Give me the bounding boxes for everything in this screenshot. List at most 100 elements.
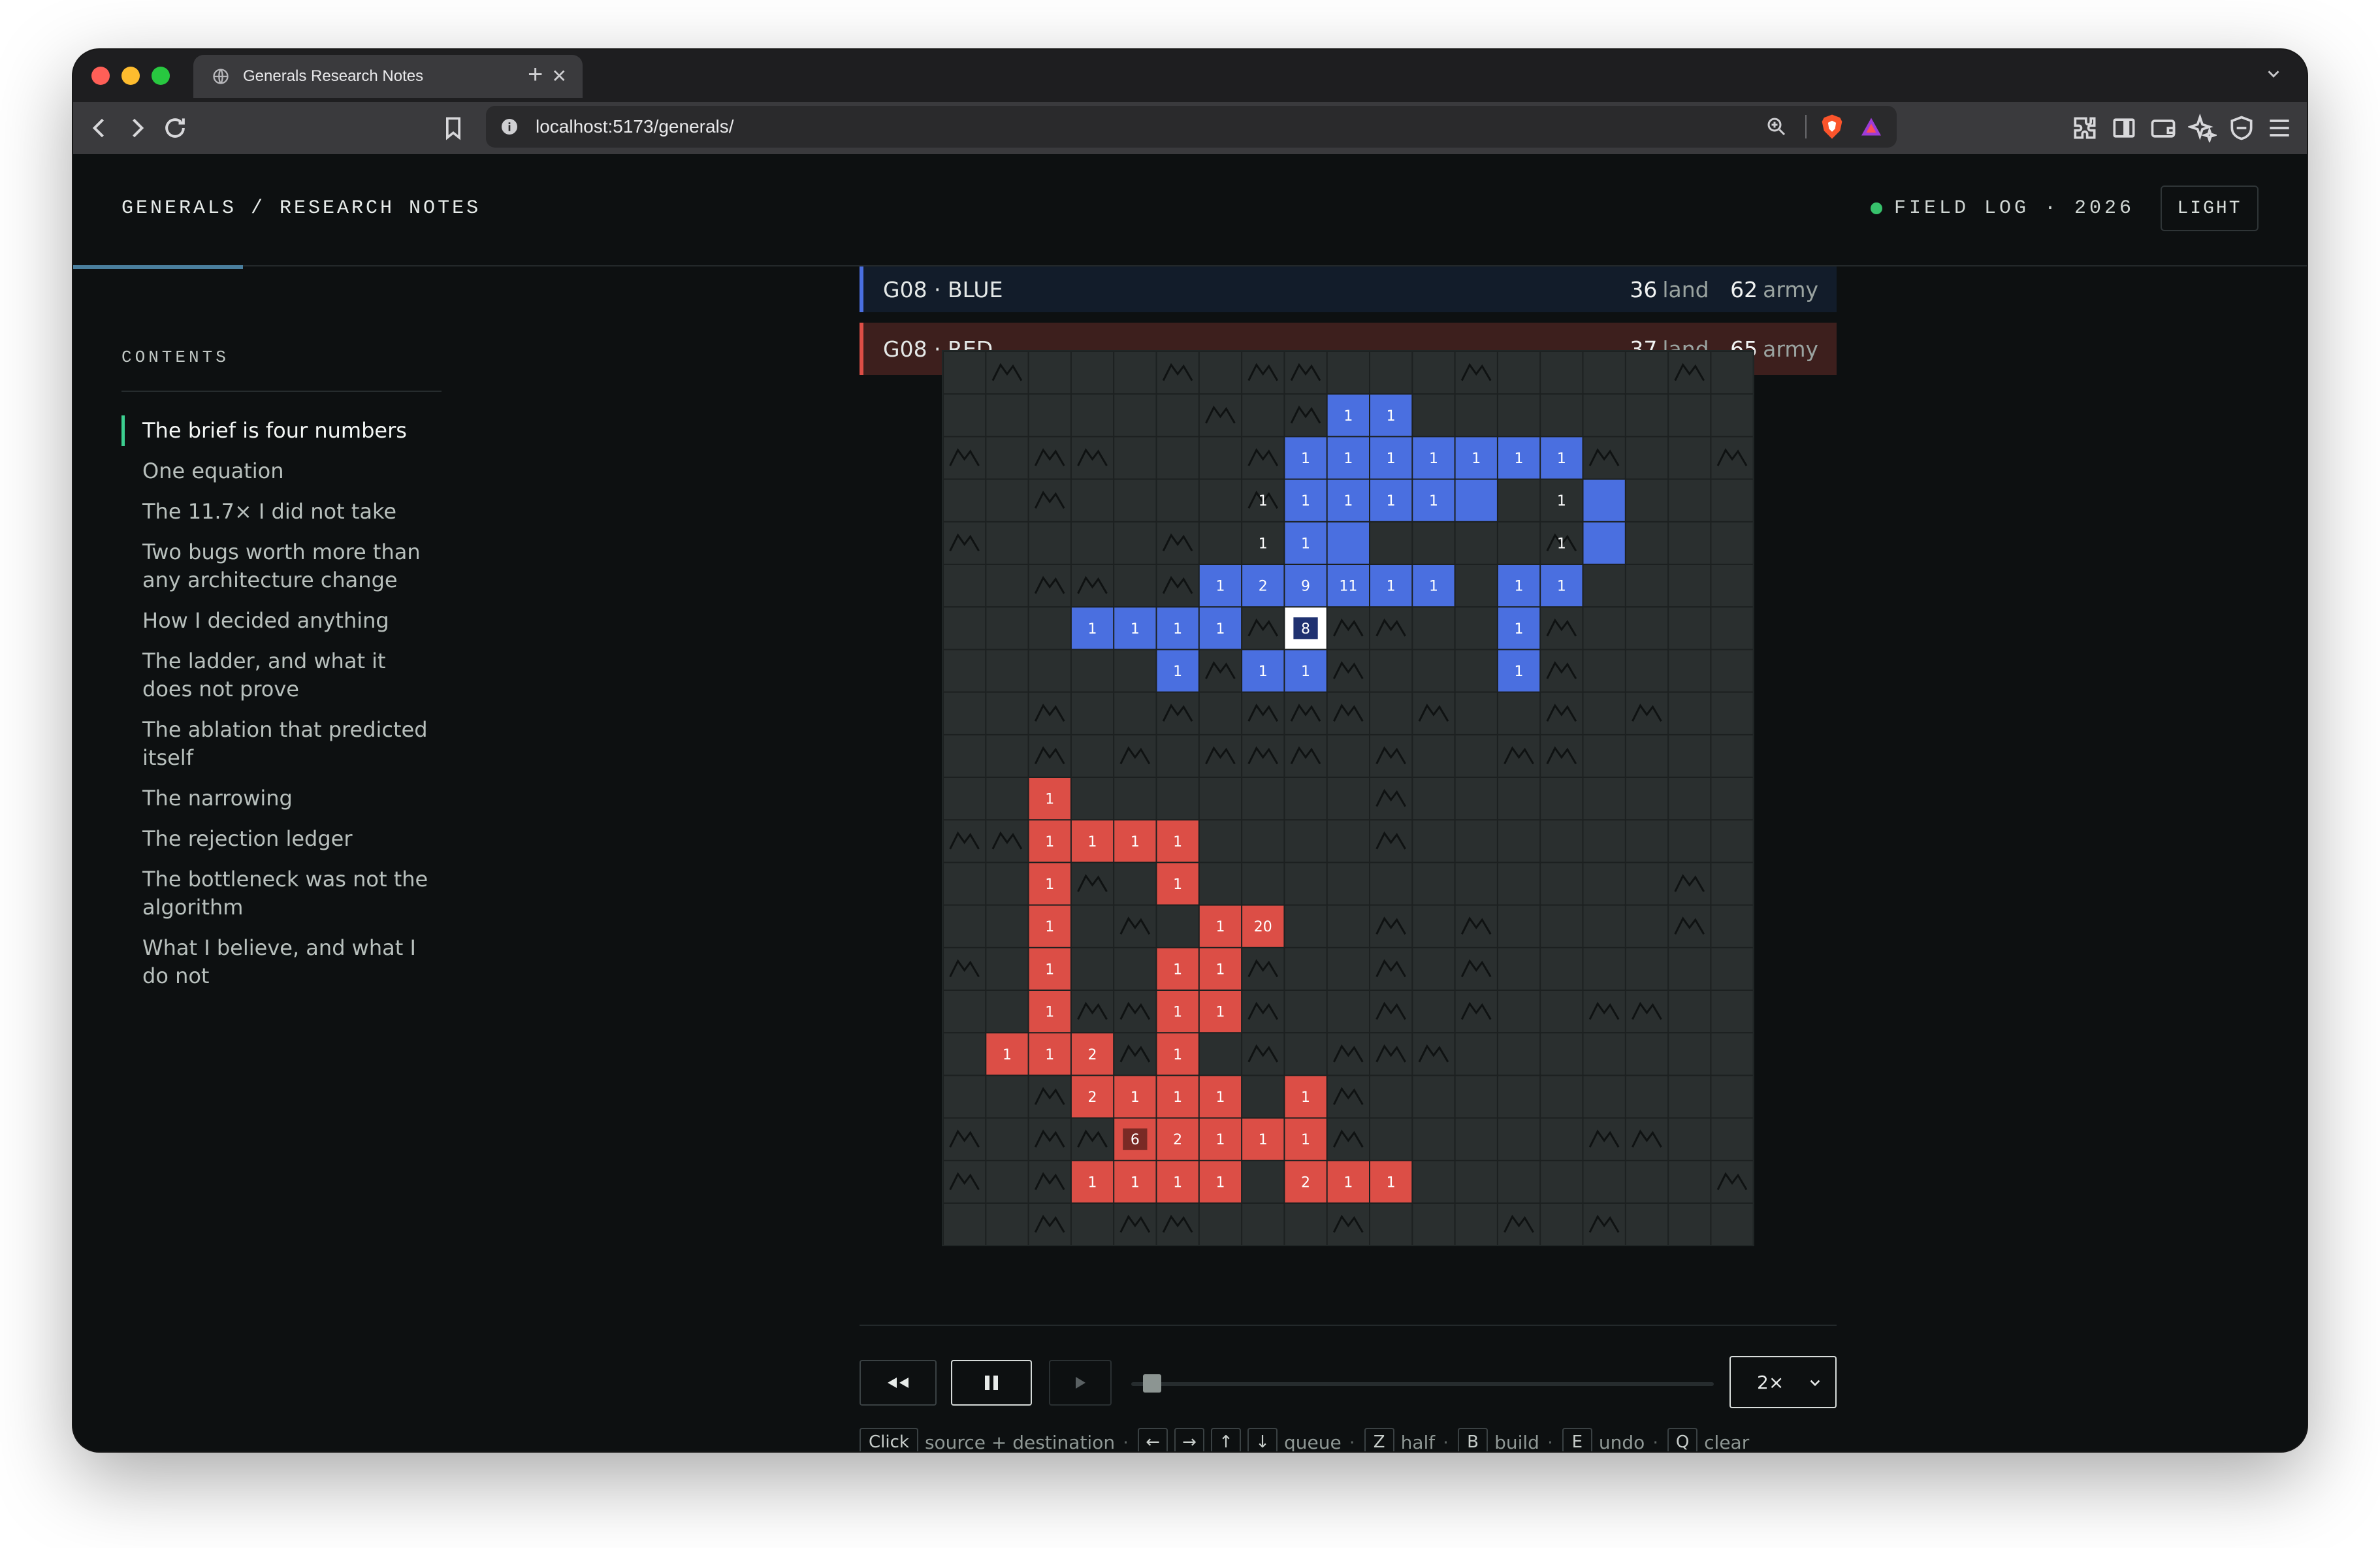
board-cell[interactable] [1583, 905, 1625, 947]
board-cell[interactable] [1626, 352, 1668, 394]
replay-scrubber-thumb[interactable] [1142, 1374, 1161, 1393]
board-cell[interactable] [1498, 1161, 1540, 1202]
board-cell[interactable] [944, 863, 986, 905]
board-cell[interactable] [1455, 735, 1497, 777]
toc-item[interactable]: The bottleneck was not the algorithm [115, 865, 442, 922]
sidebar-icon[interactable] [2110, 114, 2138, 142]
board-cell[interactable] [1413, 778, 1455, 820]
toc-item[interactable]: The ablation that predicted itself [115, 716, 442, 772]
board-cell[interactable] [1541, 905, 1583, 947]
board-cell[interactable] [1327, 863, 1369, 905]
board-cell[interactable] [1669, 395, 1711, 436]
zoom-window-button[interactable] [152, 67, 170, 85]
board-cell[interactable] [1199, 1033, 1242, 1075]
board-cell[interactable] [1583, 1033, 1625, 1075]
board-cell[interactable] [986, 395, 1028, 436]
board-cell[interactable] [1583, 863, 1625, 905]
board-cell[interactable] [1626, 479, 1668, 521]
board-cell[interactable] [1370, 692, 1412, 734]
board-cell[interactable] [1583, 650, 1625, 692]
board-cell[interactable] [1455, 650, 1497, 692]
board-cell[interactable] [1455, 1118, 1497, 1160]
board-cell[interactable] [1242, 820, 1284, 862]
board-cell[interactable] [1071, 948, 1114, 990]
board-cell[interactable] [1285, 991, 1327, 1033]
minimize-window-button[interactable] [121, 67, 140, 85]
board-cell[interactable] [1242, 1161, 1284, 1202]
board-cell[interactable] [1626, 565, 1668, 607]
board-cell[interactable] [1327, 352, 1369, 394]
menu-icon[interactable] [2265, 114, 2294, 142]
board-cell[interactable] [1669, 991, 1711, 1033]
board-cell[interactable] [1711, 778, 1753, 820]
board-cell[interactable] [986, 735, 1028, 777]
blue-cell[interactable] [1583, 479, 1625, 521]
board-cell[interactable] [1583, 820, 1625, 862]
board-cell[interactable] [1541, 1076, 1583, 1118]
board-cell[interactable] [1413, 1118, 1455, 1160]
toc-item[interactable]: The 11.7× I did not take [115, 498, 442, 526]
board-cell[interactable] [1370, 522, 1412, 564]
board-cell[interactable] [1071, 650, 1114, 692]
board-cell[interactable] [1199, 522, 1242, 564]
board-cell[interactable] [986, 692, 1028, 734]
board-cell[interactable] [1711, 352, 1753, 394]
browser-tab[interactable]: Generals Research Notes ✕ [193, 55, 583, 98]
board-cell[interactable] [1029, 522, 1070, 564]
board-cell[interactable] [1626, 1033, 1668, 1075]
speed-select[interactable]: 2× [1729, 1356, 1837, 1408]
board-cell[interactable] [1669, 522, 1711, 564]
board-cell[interactable] [986, 607, 1028, 649]
board-cell[interactable] [1114, 778, 1156, 820]
board-cell[interactable] [1669, 1033, 1711, 1075]
site-brand[interactable]: GENERALS / RESEARCH NOTES [121, 197, 481, 219]
board-cell[interactable] [1626, 778, 1668, 820]
board-cell[interactable] [1626, 948, 1668, 990]
board-cell[interactable] [1669, 692, 1711, 734]
toc-item[interactable]: How I decided anything [115, 607, 442, 635]
board-cell[interactable] [1114, 395, 1156, 436]
board-cell[interactable] [1711, 650, 1753, 692]
board-cell[interactable] [1157, 437, 1198, 479]
board-cell[interactable] [1455, 522, 1497, 564]
brave-shields-icon[interactable] [1820, 114, 1844, 140]
toc-item[interactable]: Two bugs worth more than any architectur… [115, 538, 442, 594]
board-cell[interactable] [1711, 1033, 1753, 1075]
board-cell[interactable] [1498, 352, 1540, 394]
board-cell[interactable] [1583, 778, 1625, 820]
board-cell[interactable] [1669, 479, 1711, 521]
board-cell[interactable] [1242, 1204, 1284, 1245]
board-grid[interactable]: 1 11 1 1 1 1 1 11 1 1 1 1 11 1 11 2 9 11 1 1 1 11 1 1 1 8 11 1 1 111 1… [943, 351, 1753, 1245]
board-cell[interactable] [1626, 650, 1668, 692]
board-cell[interactable] [944, 650, 986, 692]
board-cell[interactable] [1583, 1076, 1625, 1118]
board-cell[interactable] [1711, 1204, 1753, 1245]
board-cell[interactable] [1199, 863, 1242, 905]
board-cell[interactable] [986, 565, 1028, 607]
board-cell[interactable] [1413, 352, 1455, 394]
board-cell[interactable] [1071, 395, 1114, 436]
site-info-icon[interactable] [499, 116, 520, 137]
board-cell[interactable] [1541, 1161, 1583, 1202]
board-cell[interactable] [1285, 905, 1327, 947]
board-cell[interactable] [944, 479, 986, 521]
board-cell[interactable] [1498, 692, 1540, 734]
board-cell[interactable] [1498, 1118, 1540, 1160]
board-cell[interactable] [1498, 820, 1540, 862]
board-cell[interactable] [1413, 735, 1455, 777]
board-cell[interactable] [1583, 1161, 1625, 1202]
board-cell[interactable] [1669, 948, 1711, 990]
board-cell[interactable] [1583, 735, 1625, 777]
pause-button[interactable] [951, 1360, 1032, 1406]
board-cell[interactable] [986, 1204, 1028, 1245]
board-cell[interactable] [1626, 820, 1668, 862]
board-cell[interactable] [1669, 778, 1711, 820]
board-cell[interactable] [1199, 778, 1242, 820]
board-cell[interactable] [1541, 820, 1583, 862]
board-cell[interactable] [1413, 863, 1455, 905]
board-cell[interactable] [1071, 352, 1114, 394]
board-cell[interactable] [1370, 1204, 1412, 1245]
board-cell[interactable] [1669, 735, 1711, 777]
board-cell[interactable] [1157, 479, 1198, 521]
board-cell[interactable] [1413, 991, 1455, 1033]
